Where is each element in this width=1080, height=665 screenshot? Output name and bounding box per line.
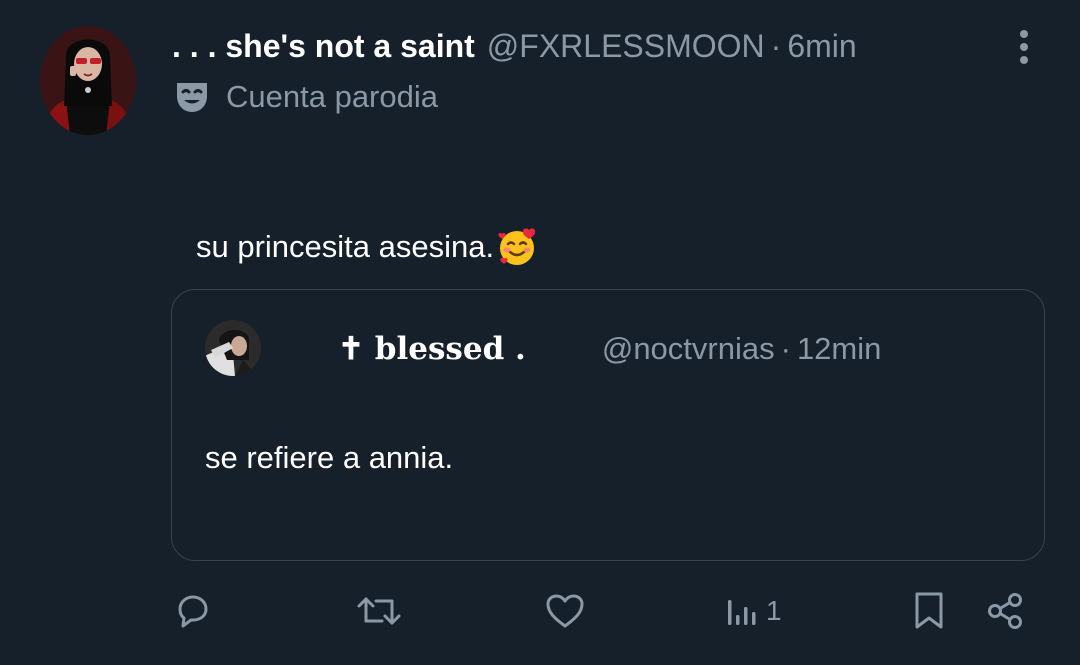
retweet-icon <box>357 597 401 625</box>
tweet-text: su princesita asesina. <box>196 226 538 268</box>
parody-label: Cuenta parodia <box>174 76 438 118</box>
more-options-button[interactable] <box>1008 28 1040 66</box>
more-vertical-icon <box>1020 30 1028 64</box>
share-button[interactable] <box>986 588 1026 634</box>
share-icon <box>988 593 1022 629</box>
quoted-tweet-time[interactable]: 12min <box>797 331 881 367</box>
parody-label-text: Cuenta parodia <box>226 79 438 114</box>
smiling-face-with-hearts-icon <box>496 226 538 268</box>
quoted-author-avatar[interactable] <box>205 320 261 376</box>
separator-dot: · <box>780 331 791 366</box>
tweet-text-content: su princesita asesina. <box>196 229 495 264</box>
views-button[interactable]: 1 <box>724 588 782 634</box>
quoted-tweet-text: se refiere a annia. <box>205 440 454 475</box>
bookmark-button[interactable] <box>910 588 948 634</box>
views-count: 1 <box>766 595 782 626</box>
author-avatar[interactable] <box>40 26 136 135</box>
quoted-tweet[interactable]: ✝ blessed . @noctvrnias · 12min se refie… <box>171 289 1045 561</box>
tweet-header: . . . she's not a saint @FXRLESSMOON · 6… <box>172 24 857 68</box>
quoted-author-handle[interactable]: @noctvrnias <box>602 331 775 367</box>
retweet-button[interactable] <box>356 588 402 634</box>
theater-mask-icon <box>174 80 210 114</box>
author-display-name[interactable]: . . . she's not a saint <box>172 28 475 65</box>
reply-icon <box>178 595 208 628</box>
heart-icon <box>546 594 584 628</box>
views-chart-icon <box>728 600 756 625</box>
bookmark-icon <box>915 592 943 629</box>
quoted-tweet-header: ✝ blessed . @noctvrnias · 12min <box>338 328 881 370</box>
tweet-time[interactable]: 6min <box>787 28 856 65</box>
separator-dot: · <box>770 27 782 64</box>
quoted-author-display-name[interactable]: ✝ blessed . <box>338 331 526 367</box>
reply-button[interactable] <box>172 588 212 634</box>
author-handle[interactable]: @FXRLESSMOON <box>487 28 765 65</box>
like-button[interactable] <box>544 588 586 634</box>
